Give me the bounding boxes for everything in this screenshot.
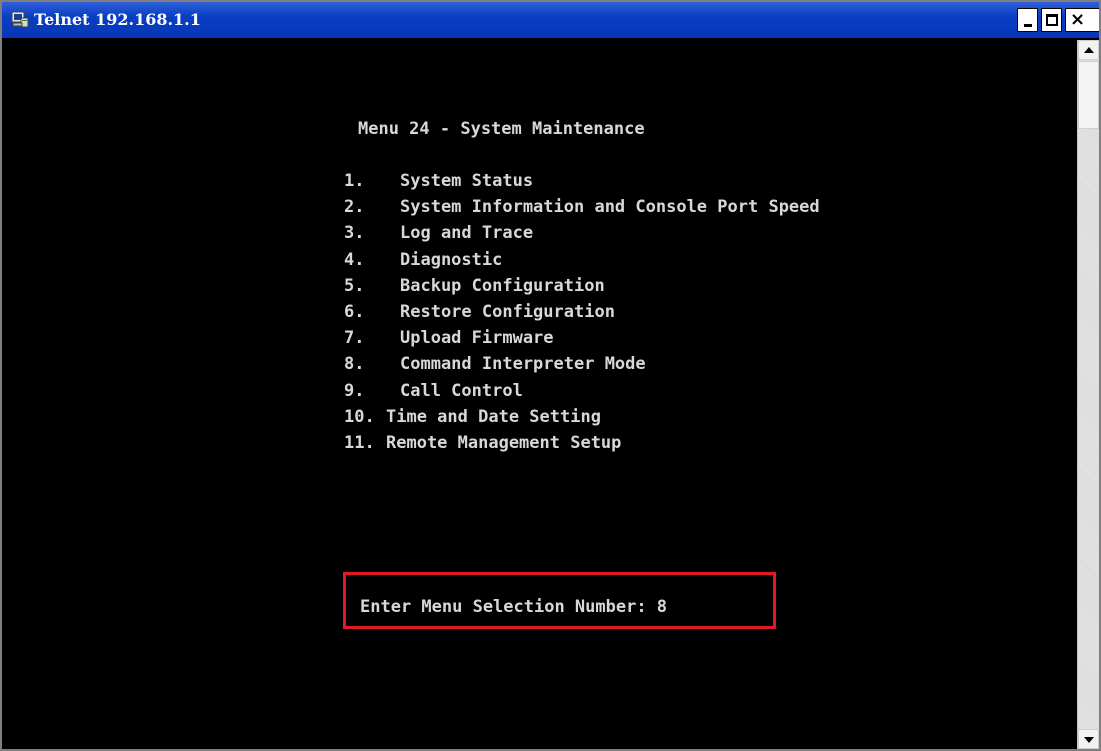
arrow-down-icon [1084,737,1094,743]
title-bar[interactable]: Telnet 192.168.1.1 × [2,2,1099,38]
menu-item-label: Diagnostic [400,249,503,270]
menu-item-number: 7. [344,328,365,349]
menu-item: 6. Restore Configuration [344,299,820,325]
menu-item: 9. Call Control [344,378,820,404]
menu-item-label: System Information and Console Port Spee… [400,197,820,218]
menu-item: 3. Log and Trace [344,220,820,246]
close-button[interactable]: × [1065,8,1099,32]
telnet-window: Telnet 192.168.1.1 × Menu 24 - System Ma… [0,0,1101,751]
menu-item-label: Time and Date Setting [386,406,601,427]
scroll-down-button[interactable] [1078,729,1099,749]
arrow-up-icon [1084,47,1094,53]
menu-item-label: Log and Trace [400,223,534,244]
close-icon: × [1070,9,1086,30]
menu-item: 8. Command Interpreter Mode [344,351,820,377]
vertical-scrollbar[interactable] [1077,40,1099,749]
menu-item-number: 6. [344,301,365,322]
menu-title: Menu 24 - System Maintenance [358,119,645,139]
terminal-screen[interactable]: Menu 24 - System Maintenance 1. System St… [6,40,1077,749]
telnet-terminal-icon[interactable] [11,11,29,28]
menu-item: 5. Backup Configuration [344,273,820,299]
menu-item: 10. Time and Date Setting [344,404,820,430]
menu-item-number: 8. [344,354,365,375]
maximize-icon [1046,14,1058,26]
menu-item-label: Backup Configuration [400,275,605,296]
menu-item-number: 9. [344,380,365,401]
menu-item: 11. Remote Management Setup [344,430,820,456]
menu-item-number: 5. [344,275,365,296]
menu-item-number: 3. [344,223,365,244]
minimize-icon [1024,24,1032,27]
menu-item: 2. System Information and Console Port Sp… [344,194,820,220]
menu-item: 1. System Status [344,168,820,194]
window-title: Telnet 192.168.1.1 [34,10,201,29]
menu-item-label: Upload Firmware [400,328,554,349]
menu-item-number: 1. [344,171,365,191]
menu-item-number: 4. [344,249,365,270]
menu-item: 4. Diagnostic [344,247,820,273]
menu-item-label: Command Interpreter Mode [400,354,646,375]
menu-item-number: 11. [344,432,375,453]
menu-selection-prompt[interactable]: Enter Menu Selection Number: 8 [360,594,667,620]
menu-item-number: 10. [344,406,375,427]
scroll-up-button[interactable] [1078,40,1099,60]
menu-item-label: Restore Configuration [400,301,615,322]
menu-item-label: Remote Management Setup [386,432,622,453]
menu-list: 1. System Status 2. System Information and… [344,168,820,456]
menu-item-label: Call Control [400,380,523,401]
scroll-thumb[interactable] [1078,61,1099,129]
menu-item-number: 2. [344,197,365,218]
menu-item-label: System Status [400,171,534,191]
minimize-button[interactable] [1017,8,1038,32]
menu-item: 7. Upload Firmware [344,325,820,351]
maximize-button[interactable] [1041,8,1062,32]
